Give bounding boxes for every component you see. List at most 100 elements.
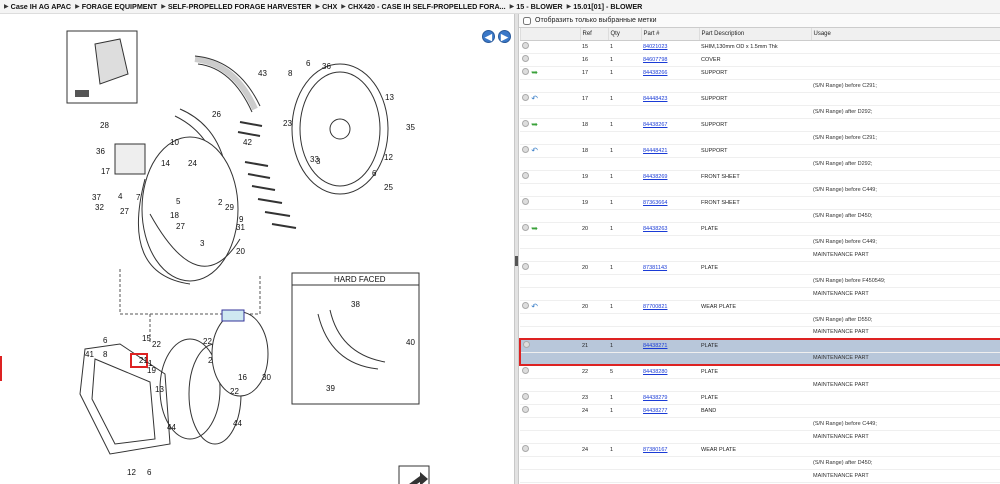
callout-label[interactable]: 6 <box>306 59 311 68</box>
breadcrumb-item[interactable]: FORAGE EQUIPMENT <box>82 2 157 11</box>
table-row[interactable]: MAINTENANCE PART <box>520 326 1000 340</box>
row-icons[interactable] <box>520 170 580 184</box>
callout-label[interactable]: 8 <box>103 350 108 359</box>
row-icons[interactable] <box>520 157 580 171</box>
table-row[interactable]: 24 1 84438277 BAND <box>520 404 1000 418</box>
add-to-cart-icon[interactable] <box>522 172 529 179</box>
callout-label[interactable]: 32 <box>95 203 104 212</box>
cell-part[interactable] <box>641 378 699 392</box>
col-ref[interactable]: Ref <box>579 28 608 41</box>
row-icons[interactable]: ↶ <box>520 92 580 106</box>
cell-part[interactable] <box>641 131 699 145</box>
row-icons[interactable] <box>520 209 580 223</box>
callout-label[interactable]: 44 <box>167 423 176 432</box>
cell-part[interactable] <box>641 183 699 197</box>
callout-label[interactable]: 36 <box>96 147 105 156</box>
table-row[interactable]: (S/N Range) after D450; <box>520 456 1000 470</box>
row-icons[interactable] <box>520 326 580 340</box>
add-to-cart-icon[interactable] <box>522 120 529 127</box>
table-row[interactable]: (S/N Range) after D550; <box>520 313 1000 327</box>
callout-label[interactable]: 30 <box>262 373 271 382</box>
row-icons[interactable] <box>520 274 580 288</box>
callout-label[interactable]: 28 <box>100 121 109 130</box>
cell-part[interactable]: 84438267 <box>641 118 699 132</box>
cell-part[interactable]: 84448421 <box>641 144 699 158</box>
cell-part[interactable] <box>641 209 699 223</box>
callout-label[interactable]: 13 <box>155 385 164 394</box>
callout-label[interactable]: 24 <box>188 159 197 168</box>
table-row[interactable]: (S/N Range) before C291; <box>520 131 1000 145</box>
cell-part[interactable] <box>641 79 699 93</box>
row-icons[interactable] <box>520 456 580 470</box>
table-row[interactable]: ➥ 20 1 84438263 PLATE <box>520 222 1000 236</box>
table-row[interactable]: MAINTENANCE PART <box>519 352 1000 366</box>
row-icons[interactable] <box>520 417 580 431</box>
cell-part[interactable] <box>641 469 699 483</box>
breadcrumb-item[interactable]: CHX420 - CASE IH SELF-PROPELLED FORA... <box>348 2 506 11</box>
callout-label[interactable]: 2 <box>208 356 213 365</box>
callout-label[interactable]: 12 <box>127 468 136 477</box>
row-icons[interactable] <box>519 338 580 353</box>
row-icons[interactable]: ➥ <box>520 66 580 80</box>
parts-diagram-panel[interactable]: ◀ ▶ 43 8 36 6 13 26 42 23 28 10 36 35 17… <box>0 14 514 484</box>
row-icons[interactable] <box>520 131 580 145</box>
callout-label[interactable]: 22 <box>203 337 212 346</box>
table-row[interactable]: (S/N Range) after D292; <box>520 157 1000 171</box>
callout-label[interactable]: 40 <box>406 338 415 347</box>
callout-label[interactable]: 21 <box>139 356 148 365</box>
table-row[interactable]: 16 1 84607798 COVER <box>520 53 1000 67</box>
cell-part[interactable]: 84438277 <box>641 404 699 418</box>
callout-label[interactable]: 23 <box>283 119 292 128</box>
table-row[interactable]: ➥ 17 1 84438266 SUPPORT <box>520 66 1000 80</box>
cell-part[interactable] <box>641 248 699 262</box>
table-row[interactable]: 19 1 84438269 FRONT SHEET <box>520 170 1000 184</box>
row-icons[interactable] <box>520 313 580 327</box>
row-icons[interactable] <box>520 235 580 249</box>
cell-part[interactable]: 87700821 <box>641 300 699 314</box>
callout-label[interactable]: 12 <box>384 153 393 162</box>
table-row[interactable]: ↶ 17 1 84448423 SUPPORT <box>520 92 1000 106</box>
breadcrumb-item[interactable]: 15 - BLOWER <box>516 2 562 11</box>
row-icons[interactable] <box>520 40 580 54</box>
table-row[interactable]: 23 1 84438279 PLATE <box>520 391 1000 405</box>
callout-label[interactable]: 13 <box>385 93 394 102</box>
cell-part[interactable] <box>641 313 699 327</box>
cell-part[interactable] <box>641 235 699 249</box>
table-row[interactable]: (S/N Range) before C449; <box>520 183 1000 197</box>
callout-label[interactable]: 33 <box>310 155 319 164</box>
cell-part[interactable]: 87363664 <box>641 196 699 210</box>
row-icons[interactable] <box>520 248 580 262</box>
callout-label[interactable]: 10 <box>170 138 179 147</box>
callout-label[interactable]: 42 <box>243 138 252 147</box>
show-selected-checkbox[interactable] <box>523 16 531 25</box>
table-row[interactable]: ↶ 18 1 84448421 SUPPORT <box>520 144 1000 158</box>
table-row[interactable]: 21 1 84438271 PLATE <box>519 338 1000 353</box>
table-row[interactable]: 15 1 84021023 SHIM,130mm OD x 1.5mm Thk <box>520 40 1000 54</box>
callout-label[interactable]: 19 <box>147 366 156 375</box>
cell-part[interactable]: 84438279 <box>641 391 699 405</box>
add-to-cart-icon[interactable] <box>522 445 529 452</box>
cell-part[interactable] <box>641 157 699 171</box>
callout-label[interactable]: 27 <box>176 222 185 231</box>
cell-part[interactable]: 84438266 <box>641 66 699 80</box>
cell-part[interactable] <box>641 105 699 119</box>
callout-label[interactable]: 3 <box>200 239 205 248</box>
add-to-cart-icon[interactable] <box>523 341 530 349</box>
cell-part[interactable]: 84021023 <box>641 40 699 54</box>
row-icons[interactable] <box>520 430 580 444</box>
add-to-cart-icon[interactable] <box>522 55 529 62</box>
row-icons[interactable] <box>520 79 580 93</box>
breadcrumb-item[interactable]: CHX <box>322 2 337 11</box>
callout-label[interactable]: 26 <box>212 110 221 119</box>
callout-label[interactable]: 25 <box>384 183 393 192</box>
add-to-cart-icon[interactable] <box>522 198 529 205</box>
breadcrumb-item[interactable]: Case IH AG APAC <box>11 2 71 11</box>
add-to-cart-icon[interactable] <box>522 367 529 375</box>
callout-label[interactable]: 4 <box>118 192 123 201</box>
callout-label[interactable]: 2 <box>218 198 223 207</box>
cell-part[interactable] <box>641 456 699 470</box>
callout-label[interactable]: 16 <box>238 373 247 382</box>
cell-part[interactable]: 84438263 <box>641 222 699 236</box>
add-to-cart-icon[interactable] <box>522 94 529 101</box>
table-row[interactable]: (S/N Range) after D450; <box>520 209 1000 223</box>
